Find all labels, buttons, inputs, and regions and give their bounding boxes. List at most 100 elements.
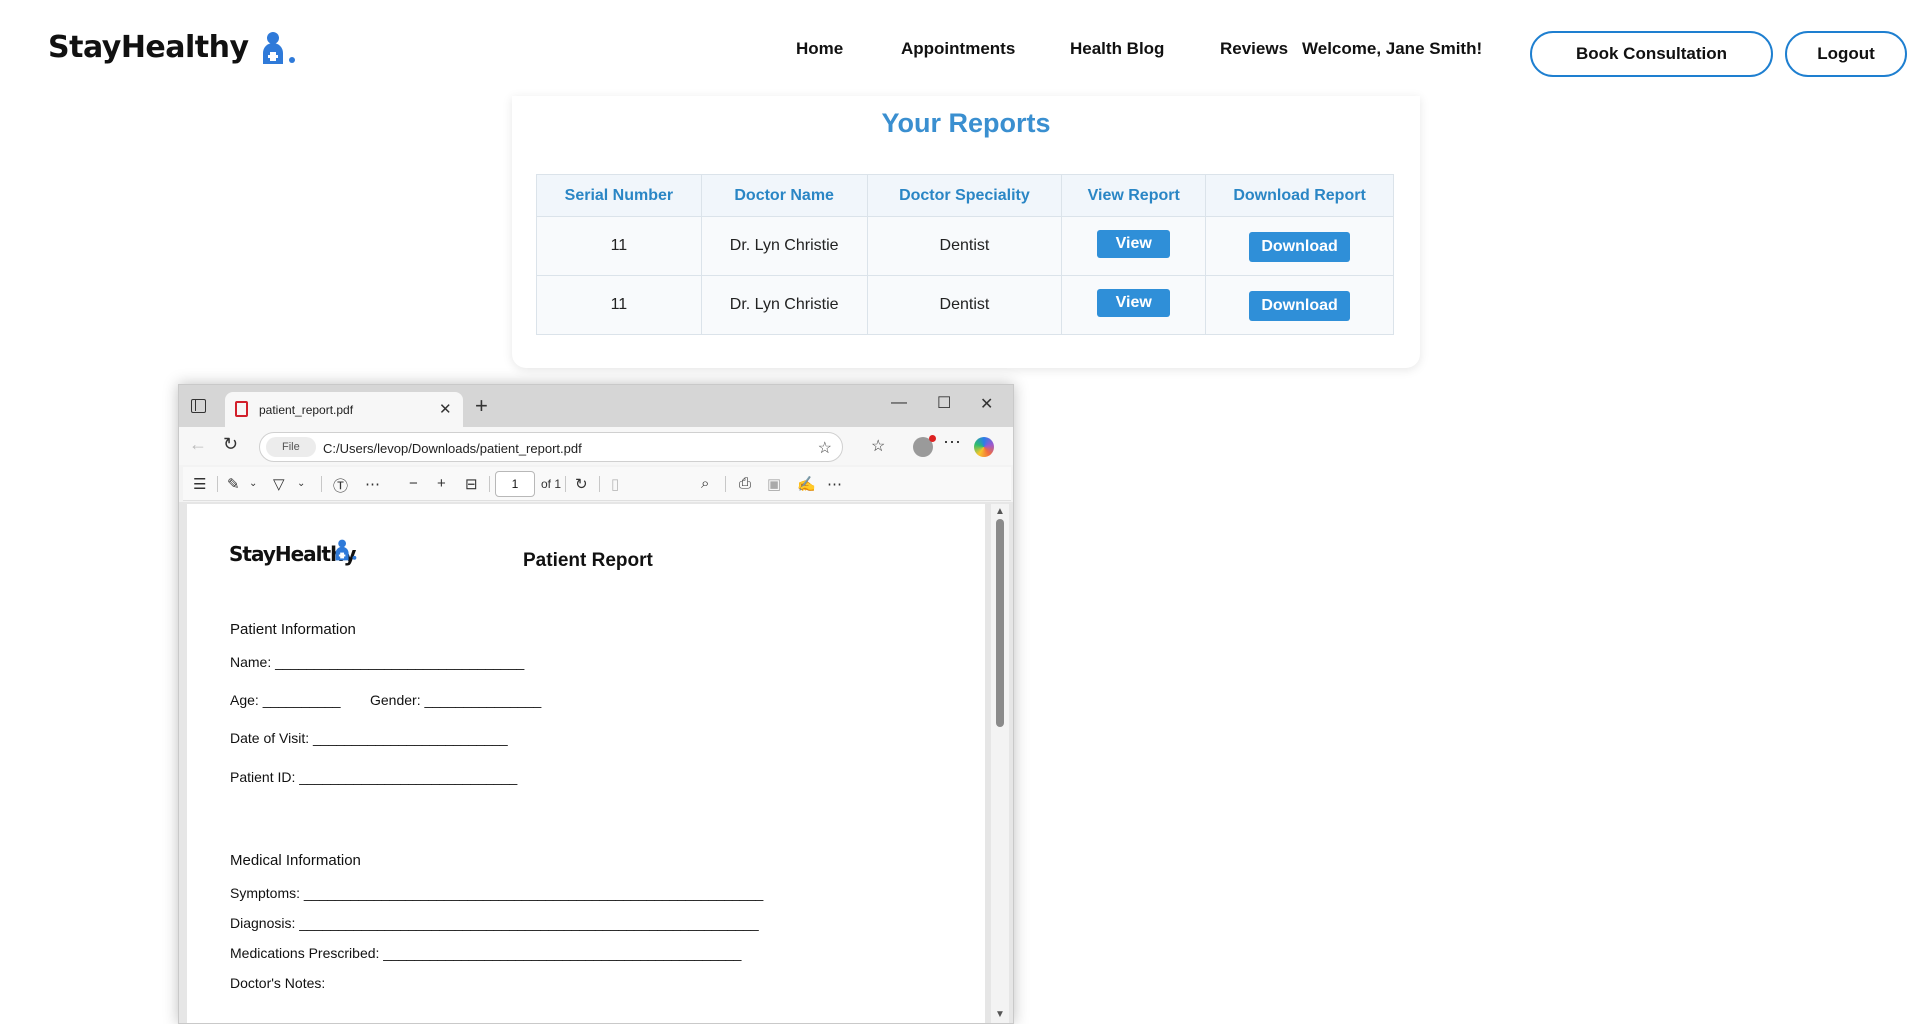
medical-info-heading: Medical Information bbox=[230, 852, 361, 869]
print-icon[interactable]: ⎙ bbox=[739, 475, 751, 492]
column-header: Doctor Name bbox=[700, 174, 868, 217]
more-icon[interactable]: ⋯ bbox=[943, 432, 961, 453]
doctor-notes-field-line: Doctor's Notes: bbox=[230, 975, 326, 991]
brand[interactable]: StayHealthy bbox=[48, 30, 299, 65]
doctor-name-cell: Dr. Lyn Christie bbox=[700, 275, 868, 335]
reports-title: Your Reports bbox=[881, 108, 1051, 138]
save-icon[interactable]: ▣ bbox=[767, 475, 781, 493]
nav-home-link[interactable]: Home bbox=[796, 39, 843, 59]
pdf-page: StayHealthy Patient Report Patient Infor… bbox=[187, 504, 985, 1023]
notification-dot bbox=[929, 435, 936, 442]
speciality-cell: Dentist bbox=[866, 275, 1063, 335]
highlight-icon[interactable]: ✎ bbox=[227, 475, 240, 493]
contents-icon[interactable]: ☰ bbox=[193, 475, 206, 493]
top-navbar: StayHealthy Home Appointments Health Blo… bbox=[0, 0, 1917, 96]
brand-name: StayHealthy bbox=[48, 30, 249, 65]
fit-page-icon[interactable]: ⊟ bbox=[465, 475, 478, 493]
column-header: View Report bbox=[1061, 174, 1207, 217]
column-header: Doctor Speciality bbox=[866, 174, 1063, 217]
url-scheme-label: File bbox=[282, 441, 300, 453]
serial-cell: 11 bbox=[536, 216, 702, 276]
patient-id-field-line: Patient ID: ____________________________ bbox=[230, 769, 518, 785]
address-bar: ← ↻ File C:/Users/levop/Downloads/patien… bbox=[179, 427, 1013, 465]
chevron-down-icon[interactable]: ⌄ bbox=[249, 478, 257, 489]
more-icon[interactable]: ⋯ bbox=[827, 475, 842, 493]
table-header-row: Serial Number Doctor Name Doctor Special… bbox=[536, 174, 1394, 217]
vertical-scrollbar[interactable]: ▲ ▼ bbox=[991, 504, 1009, 1023]
doctor-name-cell: Dr. Lyn Christie bbox=[700, 216, 868, 276]
zoom-out-icon[interactable]: − bbox=[409, 475, 418, 492]
download-report-button[interactable]: Download bbox=[1249, 291, 1351, 321]
speciality-cell: Dentist bbox=[866, 216, 1063, 276]
nav-health-blog-link[interactable]: Health Blog bbox=[1070, 39, 1164, 59]
tab-bar: patient_report.pdf ✕ + — ☐ ✕ bbox=[179, 385, 1013, 427]
table-row: 11 Dr. Lyn Christie Dentist View Downloa… bbox=[536, 216, 1394, 276]
page-number-input[interactable]: 1 bbox=[495, 471, 535, 497]
star-icon[interactable]: ☆ bbox=[818, 438, 832, 458]
view-cell: View bbox=[1061, 216, 1207, 276]
chevron-down-icon[interactable]: ⌄ bbox=[297, 478, 305, 489]
scroll-down-icon[interactable]: ▼ bbox=[995, 1009, 1005, 1020]
close-icon[interactable]: ✕ bbox=[439, 400, 452, 418]
doctor-logo-icon bbox=[262, 31, 295, 64]
view-report-button[interactable]: View bbox=[1097, 229, 1171, 258]
pdf-file-icon bbox=[235, 401, 248, 417]
toolbar-divider bbox=[217, 476, 218, 492]
scroll-up-icon[interactable]: ▲ bbox=[995, 506, 1005, 517]
book-consultation-button[interactable]: Book Consultation bbox=[1530, 31, 1773, 77]
draw-icon[interactable]: ▽ bbox=[273, 475, 285, 493]
tab-patient-report[interactable]: patient_report.pdf ✕ bbox=[225, 392, 463, 427]
name-field-line: Name: ________________________________ bbox=[230, 654, 525, 670]
toolbar-divider bbox=[725, 476, 726, 492]
text-icon[interactable]: Ⓣ bbox=[333, 475, 348, 496]
page-view-icon[interactable]: ▯ bbox=[611, 475, 619, 493]
back-icon[interactable]: ← bbox=[189, 434, 207, 455]
visit-date-field-line: Date of Visit: _________________________ bbox=[230, 730, 508, 746]
toolbar-divider bbox=[489, 476, 490, 492]
toolbar-divider bbox=[599, 476, 600, 492]
save-as-icon[interactable]: ✍ bbox=[797, 475, 816, 493]
pdf-toolbar: ☰ ✎ ⌄ ▽ ⌄ Ⓣ ⋯ − + ⊟ 1 of 1 ↻ ▯ ⌕ ⎙ ▣ ✍ ⋯ bbox=[183, 467, 1011, 501]
url-input[interactable]: File C:/Users/levop/Downloads/patient_re… bbox=[259, 432, 843, 462]
download-cell: Download bbox=[1205, 275, 1394, 335]
rotate-icon[interactable]: ↻ bbox=[575, 475, 588, 493]
nav-appointments-link[interactable]: Appointments bbox=[901, 39, 1015, 59]
page-total-label: of 1 bbox=[541, 477, 562, 491]
doctor-logo-icon bbox=[335, 539, 357, 561]
age-field-line: Age: __________ bbox=[230, 692, 341, 708]
pdf-viewer-area: StayHealthy Patient Report Patient Infor… bbox=[179, 502, 1013, 1023]
refresh-icon[interactable]: ↻ bbox=[223, 434, 238, 455]
toolbar-divider bbox=[565, 476, 566, 492]
column-header: Serial Number bbox=[536, 174, 702, 217]
copilot-icon[interactable] bbox=[974, 437, 994, 457]
maximize-icon[interactable]: ☐ bbox=[937, 393, 951, 413]
sidebar-toggle-icon[interactable] bbox=[191, 399, 206, 413]
logout-button[interactable]: Logout bbox=[1785, 31, 1907, 77]
close-icon[interactable]: ✕ bbox=[980, 394, 993, 414]
gender-field-line: Gender: _______________ bbox=[370, 692, 542, 708]
view-cell: View bbox=[1061, 275, 1207, 335]
url-text: C:/Users/levop/Downloads/patient_report.… bbox=[323, 441, 582, 456]
plus-icon[interactable]: + bbox=[475, 393, 488, 419]
nav-reviews-link[interactable]: Reviews bbox=[1220, 39, 1288, 59]
welcome-message: Welcome, Jane Smith! bbox=[1302, 39, 1483, 58]
search-icon[interactable]: ⌕ bbox=[701, 475, 709, 492]
pdf-title: Patient Report bbox=[523, 550, 653, 571]
patient-info-heading: Patient Information bbox=[230, 621, 356, 638]
minimize-icon[interactable]: — bbox=[891, 394, 907, 412]
zoom-in-icon[interactable]: + bbox=[437, 475, 446, 492]
tab-title: patient_report.pdf bbox=[259, 403, 354, 417]
download-report-button[interactable]: Download bbox=[1249, 232, 1351, 262]
more-tools-icon[interactable]: ⋯ bbox=[365, 475, 380, 493]
scroll-thumb[interactable] bbox=[996, 519, 1004, 727]
column-header: Download Report bbox=[1205, 174, 1394, 217]
table-row: 11 Dr. Lyn Christie Dentist View Downloa… bbox=[536, 275, 1394, 335]
serial-cell: 11 bbox=[536, 275, 702, 335]
symptoms-field-line: Symptoms: ______________________________… bbox=[230, 885, 764, 901]
view-report-button[interactable]: View bbox=[1097, 288, 1171, 317]
medications-field-line: Medications Prescribed: ________________… bbox=[230, 945, 742, 961]
pdf-browser-window: patient_report.pdf ✕ + — ☐ ✕ ← ↻ File C:… bbox=[178, 384, 1014, 1024]
favorites-icon[interactable]: ☆ bbox=[871, 436, 885, 456]
reports-table: Serial Number Doctor Name Doctor Special… bbox=[536, 174, 1394, 335]
toolbar-divider bbox=[321, 476, 322, 492]
